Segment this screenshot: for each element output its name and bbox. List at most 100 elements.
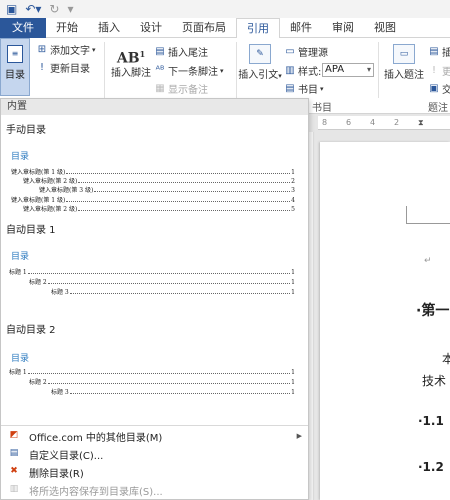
toc-preview-line: 标题 11: [9, 369, 295, 376]
ruler-mark: 8: [322, 118, 328, 127]
menu-item-label: Office.com 中的其他目录(M): [29, 432, 163, 444]
insert-table-of-figures-icon: ▤: [429, 45, 439, 57]
customize-qat-icon[interactable]: ▾: [67, 0, 73, 18]
bibliography-button[interactable]: ▤ 书目 ▾: [284, 81, 323, 97]
update-table-icon: !: [431, 64, 436, 76]
tab-review[interactable]: 审阅: [322, 18, 364, 38]
body-line-1: 本: [442, 352, 450, 366]
show-notes-label: 显示备注: [168, 85, 208, 96]
toc-button[interactable]: ≡ 目录: [0, 38, 30, 96]
show-notes-button[interactable]: ▦ 显示备注: [154, 81, 208, 97]
add-text-button[interactable]: ⊞ 添加文字 ▾: [36, 42, 96, 58]
show-notes-icon: ▦: [155, 82, 165, 94]
caption-small-label-2: 更: [442, 67, 450, 78]
toc-preview-line: 键入章标题(第 2 级) 5: [23, 206, 295, 213]
ruler-mark: 4: [370, 118, 376, 127]
next-footnote-icon: ᴬᴮ: [155, 64, 165, 76]
save-selection-icon: ▥: [9, 484, 19, 494]
toc-gallery-dropdown: 内置 手动目录 目录 键入章标题(第 1 级) 1 键入章标题(第 2 级) 2 键…: [0, 98, 309, 500]
caption-group-label: 题注: [428, 103, 448, 114]
group-separator: [104, 42, 105, 98]
next-footnote-button[interactable]: ᴬᴮ 下一条脚注 ▾: [154, 63, 224, 79]
toc-preview-line: 键入章标题(第 1 级) 1: [11, 169, 295, 176]
toc-preview-line: 键入章标题(第 3 级) 3: [39, 187, 295, 194]
gallery-section-label: 自动目录 2: [6, 325, 56, 336]
add-text-label: 添加文字: [50, 46, 90, 57]
toc-style-automatic-1[interactable]: 目录 标题 11 标题 21 标题 31: [7, 237, 301, 303]
cross-reference-icon: ▣: [429, 82, 439, 94]
group-separator: [378, 42, 379, 98]
chevron-down-icon: ▾: [366, 65, 371, 74]
next-footnote-label: 下一条脚注: [168, 67, 218, 78]
update-toc-icon: !: [39, 61, 44, 73]
caption-small-button-1[interactable]: ▤ 插: [428, 44, 450, 60]
ruler-mark: 2: [394, 118, 400, 127]
redo-icon[interactable]: ↻: [49, 0, 59, 18]
toc-style-manual[interactable]: 目录 键入章标题(第 1 级) 1 键入章标题(第 2 级) 2 键入章标题(第 3…: [7, 137, 301, 219]
toc-preview-line: 标题 31: [51, 289, 295, 296]
update-toc-button[interactable]: ! 更新目录: [36, 60, 90, 76]
tab-design[interactable]: 设计: [130, 18, 172, 38]
insert-endnote-label: 插入尾注: [168, 48, 208, 59]
tab-file[interactable]: 文件: [0, 18, 46, 38]
toc-preview-line: 标题 21: [29, 379, 295, 386]
menu-item-label: 将所选内容保存到目录库(S)...: [29, 486, 163, 498]
toc-preview-line: 键入章标题(第 1 级) 4: [11, 197, 295, 204]
insert-endnote-button[interactable]: ▤ 插入尾注: [154, 44, 208, 60]
heading-1-1: ·1.1: [418, 414, 444, 428]
body-line-2: 技术: [422, 374, 447, 388]
footnote-icon: AB1: [116, 49, 146, 67]
quick-access-toolbar: ▣ ↶▾ ↻ ▾: [0, 0, 450, 18]
toc-style-automatic-2[interactable]: 目录 标题 11 标题 21 标题 31: [7, 339, 301, 405]
toc-button-label: 目录: [5, 70, 25, 81]
add-text-icon: ⊞: [37, 43, 47, 55]
manage-sources-button[interactable]: ▭ 管理源: [284, 44, 328, 60]
office-icon: ◩: [9, 430, 19, 440]
custom-toc-menu-item[interactable]: ▤ 自定义目录(C)...: [1, 445, 308, 463]
submenu-arrow-icon: ▶: [296, 432, 302, 440]
style-icon: ▥: [285, 64, 295, 76]
caption-small-button-2[interactable]: ! 更: [428, 63, 450, 79]
manage-sources-icon: ▭: [285, 45, 295, 57]
more-toc-from-office-menu-item[interactable]: ◩ Office.com 中的其他目录(M) ▶: [1, 427, 308, 445]
save-icon[interactable]: ▣: [6, 0, 17, 18]
toc-preview-title: 目录: [11, 354, 30, 364]
tab-layout[interactable]: 页面布局: [172, 18, 236, 38]
gallery-section-label: 手动目录: [6, 125, 46, 136]
ruler-mark: 6: [346, 118, 352, 127]
caption-small-label-3: 交: [442, 85, 450, 96]
crop-mark: [424, 206, 450, 224]
heading-1: ·第一: [416, 303, 450, 319]
tab-references[interactable]: 引用: [236, 18, 280, 39]
tab-home[interactable]: 开始: [46, 18, 88, 38]
heading-1-2: ·1.2: [418, 460, 444, 474]
remove-toc-menu-item[interactable]: ✖ 删除目录(R): [1, 463, 308, 481]
gallery-category-header: 内置: [1, 99, 308, 115]
save-selection-to-gallery-menu-item[interactable]: ▥ 将所选内容保存到目录库(S)...: [1, 481, 308, 499]
insert-citation-button[interactable]: ✎ 插入引文▾: [238, 44, 282, 81]
ribbon-tabs: 文件 开始 插入 设计 页面布局 引用 邮件 审阅 视图: [0, 18, 450, 39]
insert-footnote-label: 插入脚注: [111, 68, 151, 79]
toc-preview-title: 目录: [11, 152, 30, 162]
insert-caption-label: 插入题注: [384, 70, 424, 81]
caption-small-button-3[interactable]: ▣ 交: [428, 81, 450, 97]
toc-icon: ≡: [7, 45, 23, 63]
custom-toc-icon: ▤: [9, 448, 19, 458]
insert-footnote-button[interactable]: AB1 插入脚注: [110, 44, 152, 79]
style-select[interactable]: APA ▾: [322, 63, 374, 77]
insert-caption-button[interactable]: ▭ 插入题注: [382, 44, 426, 81]
menu-item-label: 自定义目录(C)...: [29, 450, 104, 462]
toc-preview-line: 标题 21: [29, 279, 295, 286]
undo-icon[interactable]: ↶▾: [25, 0, 41, 18]
document-page[interactable]: ↵ ·第一 本 技术 ·1.1 ·1.2: [320, 142, 450, 500]
tab-mailings[interactable]: 邮件: [280, 18, 322, 38]
tab-view[interactable]: 视图: [364, 18, 406, 38]
insert-citation-label: 插入引文: [238, 70, 279, 81]
group-separator: [236, 42, 237, 98]
manage-sources-label: 管理源: [298, 48, 328, 59]
indent-marker-icon[interactable]: ⧗: [418, 118, 424, 128]
bibliography-label: 书目: [298, 85, 318, 96]
horizontal-ruler[interactable]: 8 6 4 2 ⧗: [318, 116, 450, 130]
tab-insert[interactable]: 插入: [88, 18, 130, 38]
menu-item-label: 删除目录(R): [29, 468, 84, 480]
